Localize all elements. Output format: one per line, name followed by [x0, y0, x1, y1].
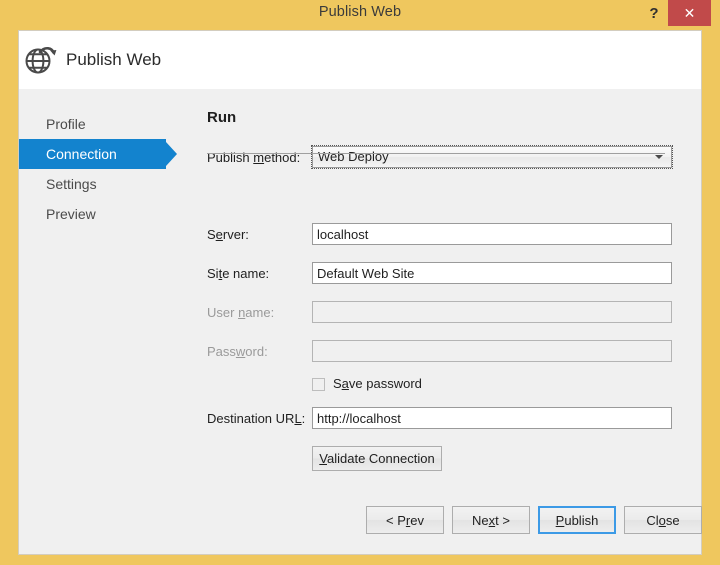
password-row: Password:	[207, 340, 677, 367]
destination-url-label: Destination URL:	[207, 411, 306, 426]
dialog-header: Publish Web	[19, 31, 701, 89]
title-bar: Publish Web ? ✕	[0, 0, 720, 30]
section-divider	[207, 153, 665, 154]
sidebar-item-label: Preview	[46, 206, 96, 222]
server-input[interactable]	[312, 223, 672, 245]
user-name-label: User name:	[207, 305, 275, 320]
sidebar-item-label: Connection	[46, 146, 117, 162]
help-icon[interactable]: ?	[641, 1, 667, 26]
sidebar-item-settings[interactable]: Settings	[19, 169, 184, 199]
publish-method-row: Publish method: Web Deploy	[207, 145, 677, 170]
sidebar-item-label: Profile	[46, 116, 86, 132]
section-title: Run	[207, 109, 237, 126]
sidebar-item-preview[interactable]: Preview	[19, 199, 184, 229]
window-title: Publish Web	[318, 4, 402, 20]
next-button[interactable]: Next >	[452, 506, 530, 534]
server-row: Server:	[207, 223, 677, 250]
sidebar-nav: Profile Connection Settings Preview	[19, 109, 184, 229]
chevron-down-icon	[655, 155, 663, 159]
site-name-input[interactable]	[312, 262, 672, 284]
sidebar-item-connection[interactable]: Connection	[19, 139, 177, 169]
sidebar-item-label: Settings	[46, 176, 97, 192]
publish-method-value: Web Deploy	[318, 149, 389, 164]
dialog-header-title: Publish Web	[66, 50, 162, 69]
close-icon: ✕	[683, 5, 696, 21]
publish-button[interactable]: Publish	[538, 506, 616, 534]
prev-button[interactable]: < Prev	[366, 506, 444, 534]
selection-arrow-icon	[166, 142, 177, 166]
user-name-row: User name:	[207, 301, 677, 328]
destination-url-input[interactable]	[312, 407, 672, 429]
password-label: Password:	[207, 344, 268, 359]
publish-method-dropdown[interactable]: Web Deploy	[311, 145, 673, 169]
sidebar-item-profile[interactable]: Profile	[19, 109, 184, 139]
save-password-checkbox[interactable]	[312, 378, 325, 391]
site-name-row: Site name:	[207, 262, 677, 289]
save-password-row: Save password	[207, 376, 677, 396]
password-input[interactable]	[312, 340, 672, 362]
validate-connection-button[interactable]: Validate Connection	[312, 446, 442, 471]
main-panel: Run Publish method: Web Deploy Server: S…	[207, 109, 677, 472]
save-password-label: Save password	[333, 376, 422, 391]
dialog-body: Publish Web Profile Connection Settings …	[18, 30, 702, 555]
globe-publish-icon	[22, 42, 58, 78]
validate-connection-row: Validate Connection	[207, 446, 677, 472]
user-name-input[interactable]	[312, 301, 672, 323]
close-dialog-button[interactable]: Close	[624, 506, 702, 534]
dialog-footer: < Prev Next > Publish Close	[19, 506, 702, 536]
close-button[interactable]: ✕	[668, 0, 711, 26]
site-name-label: Site name:	[207, 266, 270, 281]
publish-web-dialog-window: Publish Web ? ✕ Publish Web Profile Conn…	[0, 0, 720, 565]
destination-url-row: Destination URL:	[207, 407, 677, 434]
server-label: Server:	[207, 227, 249, 242]
